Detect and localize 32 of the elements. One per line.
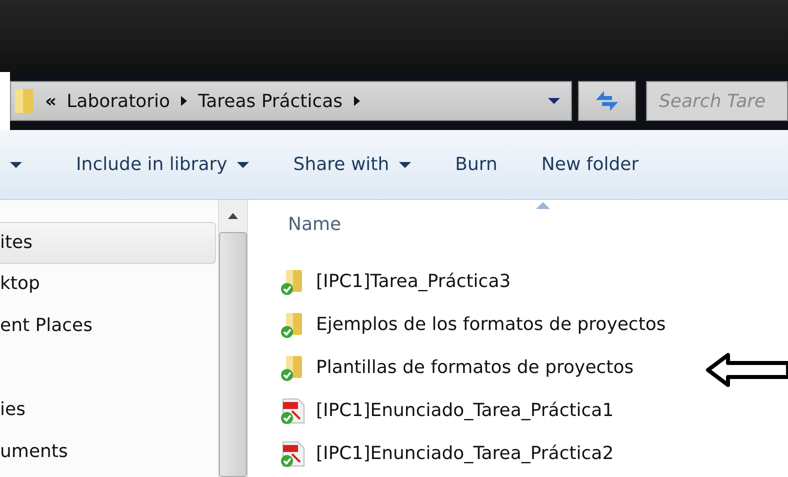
folder-icon	[13, 87, 35, 115]
sort-arrow-icon	[536, 202, 550, 209]
sidebar-item[interactable]: ent Places	[0, 306, 216, 348]
file-name[interactable]: [IPC1]Tarea_Práctica3	[316, 271, 511, 292]
scroll-up-icon[interactable]	[227, 212, 239, 220]
search-field[interactable]: Search Tare	[646, 81, 788, 121]
refresh-button[interactable]	[578, 81, 636, 121]
toolbar-button[interactable]: Include in library	[66, 148, 260, 181]
sidebar-item[interactable]: uments	[0, 432, 216, 474]
file-name[interactable]: [IPC1]Enunciado_Tarea_Práctica1	[316, 400, 614, 421]
breadcrumb-item[interactable]: Laboratorio	[66, 90, 170, 112]
sidebar-item[interactable]: ites	[0, 222, 216, 264]
address-bar[interactable]: « Laboratorio Tareas Prácticas	[10, 81, 572, 121]
dropdown-caret-icon[interactable]	[547, 97, 561, 105]
breadcrumb-item[interactable]: Tareas Prácticas	[198, 90, 343, 112]
pdf-file-icon	[280, 440, 306, 468]
file-name[interactable]: [IPC1]Enunciado_Tarea_Práctica2	[316, 443, 614, 464]
toolbar-button[interactable]: Share with	[283, 148, 422, 181]
scrollbar-thumb[interactable]	[219, 232, 247, 477]
file-name[interactable]: Ejemplos de los formatos de proyectos	[316, 314, 666, 335]
file-name[interactable]: Plantillas de formatos de proyectos	[316, 357, 634, 378]
scrollbar[interactable]	[218, 200, 248, 477]
chevron-right-icon[interactable]	[180, 95, 188, 107]
sidebar-item[interactable]: ktop	[0, 264, 216, 306]
caret-icon[interactable]	[10, 160, 22, 168]
toolbar-button[interactable]: New folder	[531, 148, 649, 181]
toolbar-button[interactable]: Burn	[445, 148, 508, 181]
pdf-file-icon	[280, 396, 306, 424]
breadcrumb-overflow[interactable]: «	[45, 90, 57, 112]
sidebar-item[interactable]: ies	[0, 390, 216, 432]
column-header[interactable]: Name	[288, 214, 342, 235]
chevron-right-icon[interactable]	[352, 95, 361, 107]
